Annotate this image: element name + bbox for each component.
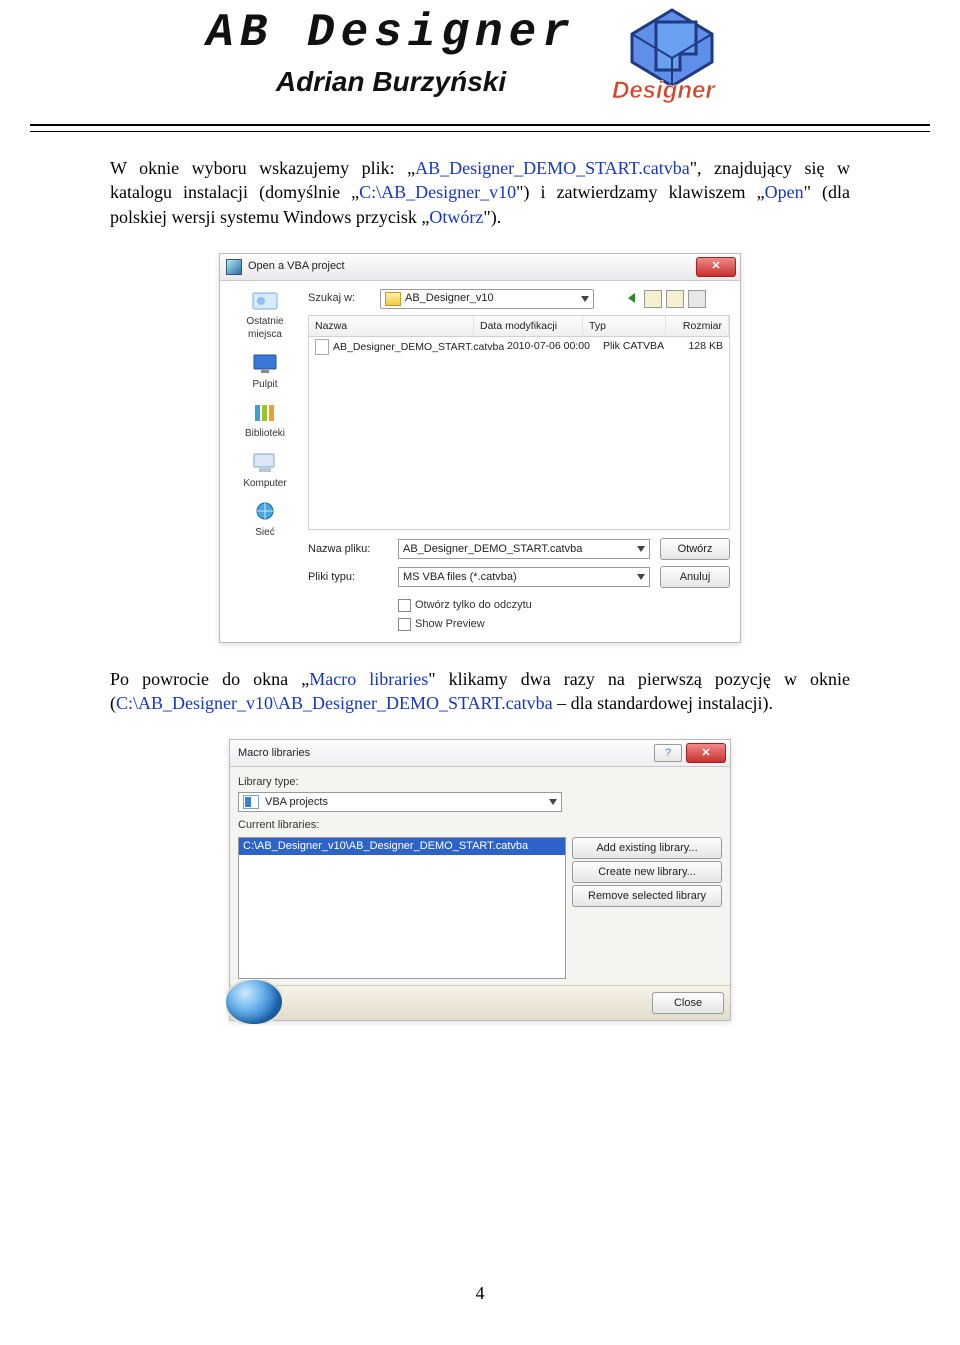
filename-label: Nazwa pliku: — [308, 542, 388, 557]
library-type-label: Library type: — [238, 775, 722, 790]
dialog2-titlebar: Macro libraries ? ✕ — [230, 740, 730, 767]
places-sidebar: Ostatnie miejsca Pulpit Biblioteki Kompu… — [230, 289, 300, 632]
views-icon[interactable] — [688, 290, 706, 308]
lookin-combo[interactable]: AB_Designer_v10 — [380, 289, 594, 309]
close-button[interactable]: ✕ — [696, 257, 736, 277]
filename-ref: AB_Designer_DEMO_START.catvba — [415, 158, 690, 178]
logo-word: Designer — [612, 77, 716, 104]
paragraph-1: W oknie wyboru wskazujemy plik: „AB_Desi… — [110, 156, 850, 229]
folder-icon — [385, 292, 401, 306]
open-vba-project-dialog: Open a VBA project ✕ Ostatnie miejsca Pu… — [219, 253, 741, 643]
new-folder-icon[interactable] — [666, 290, 684, 308]
up-folder-icon[interactable] — [644, 290, 662, 308]
header-divider — [30, 124, 930, 132]
dialog2-title: Macro libraries — [238, 746, 310, 761]
close-dialog-button[interactable]: Close — [652, 992, 724, 1014]
filetype-label: Pliki typu: — [308, 570, 388, 585]
paragraph-2: Po powrocie do okna „Macro libraries" kl… — [110, 667, 850, 716]
library-type-combo[interactable]: VBA projects — [238, 792, 562, 812]
app-icon — [226, 259, 242, 275]
open-label-ref: Open — [765, 182, 804, 202]
sidebar-computer[interactable]: Komputer — [243, 451, 286, 491]
libraries-list[interactable]: C:\AB_Designer_v10\AB_Designer_DEMO_STAR… — [238, 837, 566, 979]
current-libraries-label: Current libraries: — [238, 818, 722, 833]
create-library-button[interactable]: Create new library... — [572, 861, 722, 883]
help-button[interactable]: ? — [654, 744, 682, 762]
lookin-label: Szukaj w: — [308, 291, 374, 306]
dialog2-footer: Close — [230, 985, 730, 1020]
brand-subtitle: Adrian Burzyński — [276, 66, 506, 98]
dialog-title: Open a VBA project — [248, 259, 345, 274]
filename-input[interactable]: AB_Designer_DEMO_START.catvba — [398, 539, 650, 559]
macro-libraries-ref: Macro libraries — [309, 669, 428, 689]
filetype-combo[interactable]: MS VBA files (*.catvba) — [398, 567, 650, 587]
selected-library[interactable]: C:\AB_Designer_v10\AB_Designer_DEMO_STAR… — [239, 838, 565, 855]
file-icon — [315, 339, 329, 355]
macro-libraries-dialog: Macro libraries ? ✕ Library type: VBA pr… — [229, 739, 731, 1021]
sidebar-recent[interactable]: Ostatnie miejsca — [230, 289, 300, 342]
remove-library-button[interactable]: Remove selected library — [572, 885, 722, 907]
vba-icon — [243, 795, 259, 809]
install-dir-ref: C:\AB_Designer_v10 — [359, 182, 516, 202]
file-row[interactable]: AB_Designer_DEMO_START.catvba 2010-07-06… — [309, 337, 729, 357]
back-icon[interactable] — [624, 290, 640, 306]
document-header: AB Designer Adrian Burzyński Designer — [30, 0, 930, 104]
page-number: 4 — [110, 1281, 850, 1305]
sidebar-desktop[interactable]: Pulpit — [251, 352, 279, 392]
globe-icon — [226, 980, 282, 1024]
sidebar-libraries[interactable]: Biblioteki — [245, 401, 285, 441]
otworz-label-ref: Otwórz — [429, 207, 483, 227]
catvba-path-ref: C:\AB_Designer_v10\AB_Designer_DEMO_STAR… — [116, 693, 553, 713]
cancel-button[interactable]: Anuluj — [660, 566, 730, 588]
sidebar-network[interactable]: Sieć — [251, 500, 279, 540]
file-list[interactable]: AB_Designer_DEMO_START.catvba 2010-07-06… — [308, 337, 730, 530]
open-button[interactable]: Otwórz — [660, 538, 730, 560]
close-button[interactable]: ✕ — [686, 743, 726, 763]
brand-logo-icon: Designer — [604, 4, 754, 104]
file-list-header: Nazwa Data modyfikacji Typ Rozmiar — [308, 315, 730, 337]
add-library-button[interactable]: Add existing library... — [572, 837, 722, 859]
show-preview-checkbox[interactable]: Show Preview — [398, 617, 650, 632]
dialog-titlebar: Open a VBA project ✕ — [220, 254, 740, 281]
read-only-checkbox[interactable]: Otwórz tylko do odczytu — [398, 598, 650, 613]
brand-title: AB Designer — [206, 10, 576, 56]
